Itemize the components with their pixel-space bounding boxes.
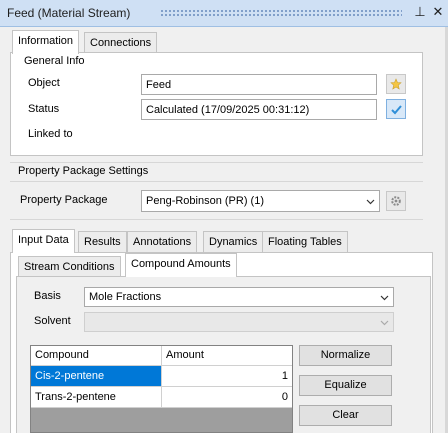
divider [10,219,423,220]
solvent-label: Solvent [34,315,71,327]
pin-icon[interactable]: ⊥ [412,4,428,20]
tab-stream-conditions[interactable]: Stream Conditions [18,256,121,278]
tab-compound-amounts[interactable]: Compound Amounts [125,253,237,277]
tab-dynamics[interactable]: Dynamics [203,231,264,253]
column-header-amount[interactable]: Amount [162,346,292,366]
property-package-select[interactable]: Peng-Robinson (PR) (1) [141,190,380,212]
object-label: Object [28,77,60,89]
chevron-down-icon [380,320,389,326]
star-icon [390,78,402,90]
compound-cell[interactable]: Cis-2-pentene [31,366,162,387]
amount-cell[interactable]: 0 [162,387,292,408]
general-info-title: General Info [24,55,85,67]
divider [10,162,423,163]
property-package-value: Peng-Robinson (PR) (1) [146,195,264,207]
linked-to-label: Linked to [28,128,73,140]
tab-connections[interactable]: Connections [84,32,158,54]
basis-value: Mole Fractions [89,291,162,303]
status-check-button[interactable] [386,99,406,119]
tab-information[interactable]: Information [12,30,80,54]
status-label: Status [28,103,60,115]
window-titlebar: Feed (Material Stream) ⊥ ✕ [0,0,448,27]
property-package-settings-button[interactable] [386,191,406,211]
property-package-section-title: Property Package Settings [18,165,149,177]
close-icon[interactable]: ✕ [430,4,446,20]
highlight-object-button[interactable] [386,74,406,94]
tab-floating-tables[interactable]: Floating Tables [262,231,348,253]
compound-grid[interactable]: Compound Amount Cis-2-pentene 1 Trans-2-… [30,345,293,433]
tab-results[interactable]: Results [78,231,127,253]
chevron-down-icon [380,295,389,301]
solvent-select[interactable] [84,312,394,332]
window-title: Feed (Material Stream) [7,6,131,20]
tab-input-data[interactable]: Input Data [12,229,75,253]
property-package-label: Property Package [20,194,108,206]
column-header-compound[interactable]: Compound [31,346,162,366]
normalize-button[interactable]: Normalize [299,345,392,366]
compound-cell[interactable]: Trans-2-pentene [31,387,162,408]
divider [10,181,423,182]
tab-annotations[interactable]: Annotations [127,231,198,253]
object-field[interactable]: Feed [141,74,377,95]
basis-select[interactable]: Mole Fractions [84,287,394,307]
chevron-down-icon [366,199,375,205]
check-icon [390,104,402,114]
titlebar-grip[interactable] [160,9,402,16]
clear-button[interactable]: Clear [299,405,392,426]
basis-label: Basis [34,290,61,302]
status-field: Calculated (17/09/2025 00:31:12) [141,99,377,120]
equalize-button[interactable]: Equalize [299,375,392,396]
amount-cell[interactable]: 1 [162,366,292,387]
gear-icon [391,196,401,206]
